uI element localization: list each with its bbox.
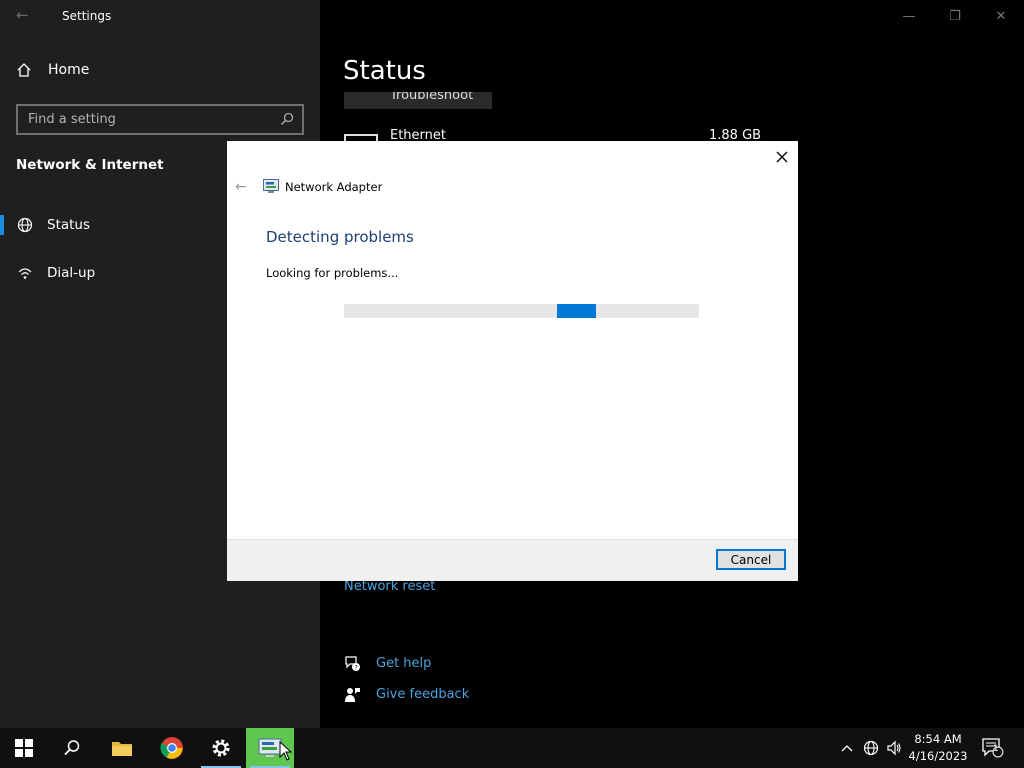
- close-button[interactable]: ✕: [978, 0, 1024, 32]
- clock-time: 8:54 AM: [914, 732, 962, 746]
- start-button[interactable]: [0, 728, 48, 768]
- search-icon: [280, 112, 294, 126]
- svg-text:?: ?: [355, 665, 358, 672]
- volume-tray[interactable]: [883, 728, 905, 768]
- taskbar: 8:54 AM 4/16/2023 1: [0, 728, 1024, 768]
- window-controls: — ❐ ✕: [886, 0, 1024, 32]
- desktop: ← Settings Home Network & Internet Statu…: [0, 0, 1024, 768]
- get-help-row[interactable]: ? Get help: [344, 655, 431, 672]
- start-icon: [15, 739, 33, 757]
- chrome-icon: [160, 737, 183, 759]
- home-icon: [17, 63, 31, 77]
- nav-home-label: Home: [48, 62, 90, 78]
- notification-count: 1: [993, 744, 999, 754]
- network-globe-icon: [863, 740, 879, 756]
- dialup-icon: [18, 268, 32, 279]
- dialog-footer: Cancel: [227, 539, 798, 581]
- file-explorer-icon: [112, 742, 132, 756]
- dialog-back-button[interactable]: ←: [235, 179, 247, 195]
- search-icon: [64, 740, 80, 756]
- page-title: Status: [343, 56, 426, 86]
- clock-date: 4/16/2023: [908, 749, 968, 763]
- section-title: Network & Internet: [16, 157, 164, 173]
- progress-bar: [344, 304, 699, 318]
- network-reset-link[interactable]: Network reset: [344, 579, 435, 594]
- dialog-status-text: Looking for problems...: [266, 266, 399, 280]
- app-title: Settings: [62, 9, 112, 23]
- maximize-button[interactable]: ❐: [932, 0, 978, 32]
- troubleshoot-label: Troubleshoot: [390, 92, 474, 103]
- dialog-heading: Detecting problems: [266, 228, 414, 246]
- mouse-cursor-icon: [279, 741, 293, 761]
- troubleshoot-button[interactable]: Troubleshoot: [344, 92, 492, 109]
- network-adapter-icon: [263, 179, 279, 193]
- feedback-icon: [345, 688, 360, 702]
- speaker-icon: [887, 740, 901, 756]
- taskbar-clock[interactable]: 8:54 AM 4/16/2023: [905, 731, 971, 765]
- taskbar-file-explorer[interactable]: [98, 728, 146, 768]
- cancel-button[interactable]: Cancel: [716, 549, 786, 570]
- nav-home[interactable]: Home: [16, 62, 89, 78]
- help-icon: ?: [345, 656, 360, 672]
- taskbar-settings[interactable]: [197, 728, 245, 768]
- troubleshooter-dialog: ← Network Adapter Detecting problems Loo…: [227, 141, 798, 581]
- sidebar-item-label: Status: [47, 217, 91, 233]
- settings-icon: [212, 739, 230, 757]
- progress-indicator: [557, 304, 596, 318]
- search-input[interactable]: [18, 106, 302, 133]
- get-help-link[interactable]: Get help: [376, 656, 431, 671]
- search-box[interactable]: [16, 104, 304, 135]
- network-tray[interactable]: [860, 728, 882, 768]
- globe-icon: [17, 217, 33, 233]
- taskbar-search-button[interactable]: [48, 728, 96, 768]
- give-feedback-link[interactable]: Give feedback: [376, 687, 469, 702]
- sidebar-item-label: Dial-up: [47, 265, 96, 281]
- notification-center[interactable]: 1: [980, 728, 1006, 768]
- close-icon[interactable]: [772, 147, 792, 167]
- taskbar-chrome[interactable]: [148, 728, 196, 768]
- back-button[interactable]: ←: [16, 6, 29, 24]
- chevron-up-icon: [841, 745, 853, 752]
- give-feedback-row[interactable]: Give feedback: [344, 686, 469, 703]
- show-hidden-icons[interactable]: [836, 728, 858, 768]
- dialog-app-title: Network Adapter: [285, 180, 383, 194]
- minimize-button[interactable]: —: [886, 0, 932, 32]
